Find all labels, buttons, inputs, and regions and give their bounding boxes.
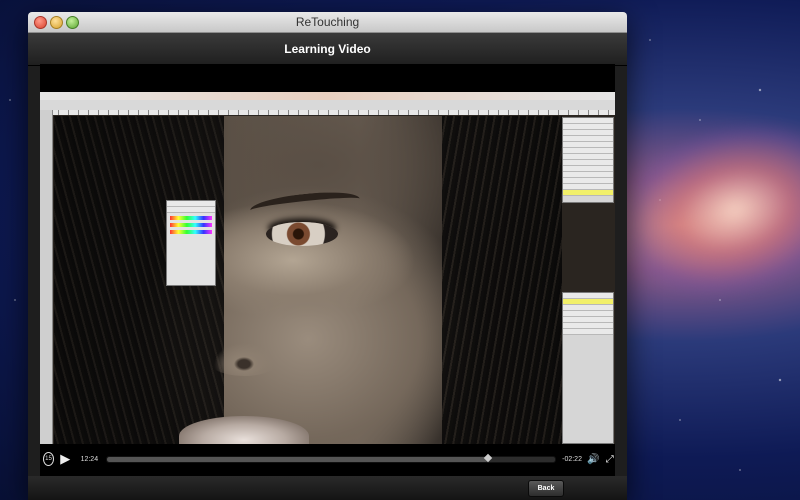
footer-bar: Back <box>28 476 627 500</box>
photo-brow <box>249 188 361 221</box>
photo-eye <box>266 222 338 246</box>
window-title: ReTouching <box>295 15 360 29</box>
video-app-menubar <box>40 92 615 100</box>
volume-icon[interactable]: 🔊 <box>587 452 599 466</box>
video-app-toolbox <box>40 110 53 444</box>
fullscreen-icon[interactable]: ⤢ <box>604 452 615 466</box>
minimize-button[interactable] <box>50 16 63 29</box>
elapsed-time: 12:24 <box>80 455 99 463</box>
video-player[interactable]: 15 ▶ 12:24 -02:22 🔊 ⤢ <box>40 64 615 476</box>
page-title: Learning Video <box>28 33 627 66</box>
video-photo <box>54 116 562 444</box>
remaining-time: -02:22 <box>562 455 582 463</box>
video-adjustments-panel <box>166 200 216 286</box>
rewind-label: 15 <box>43 452 54 466</box>
photo-hair-right <box>442 116 562 444</box>
play-icon[interactable]: ▶ <box>60 451 71 466</box>
progress-scrubber[interactable] <box>106 453 557 463</box>
rewind-15-icon[interactable]: 15 <box>40 452 54 466</box>
photo-nose <box>204 336 284 376</box>
title-bar: ReTouching <box>28 12 627 33</box>
desktop-nebula <box>603 102 800 318</box>
video-frame-image <box>40 92 615 444</box>
video-layers-panel <box>562 292 614 444</box>
close-button[interactable] <box>34 16 47 29</box>
back-button[interactable]: Back <box>528 480 564 497</box>
player-controls: 15 ▶ 12:24 -02:22 🔊 ⤢ <box>40 448 615 470</box>
progress-fill <box>107 456 488 462</box>
video-history-panel <box>562 117 614 203</box>
video-app-ruler <box>48 110 615 115</box>
maximize-button[interactable] <box>66 16 79 29</box>
app-window: ReTouching Learning Video 15 ▶ 12:24 -02… <box>28 12 627 500</box>
